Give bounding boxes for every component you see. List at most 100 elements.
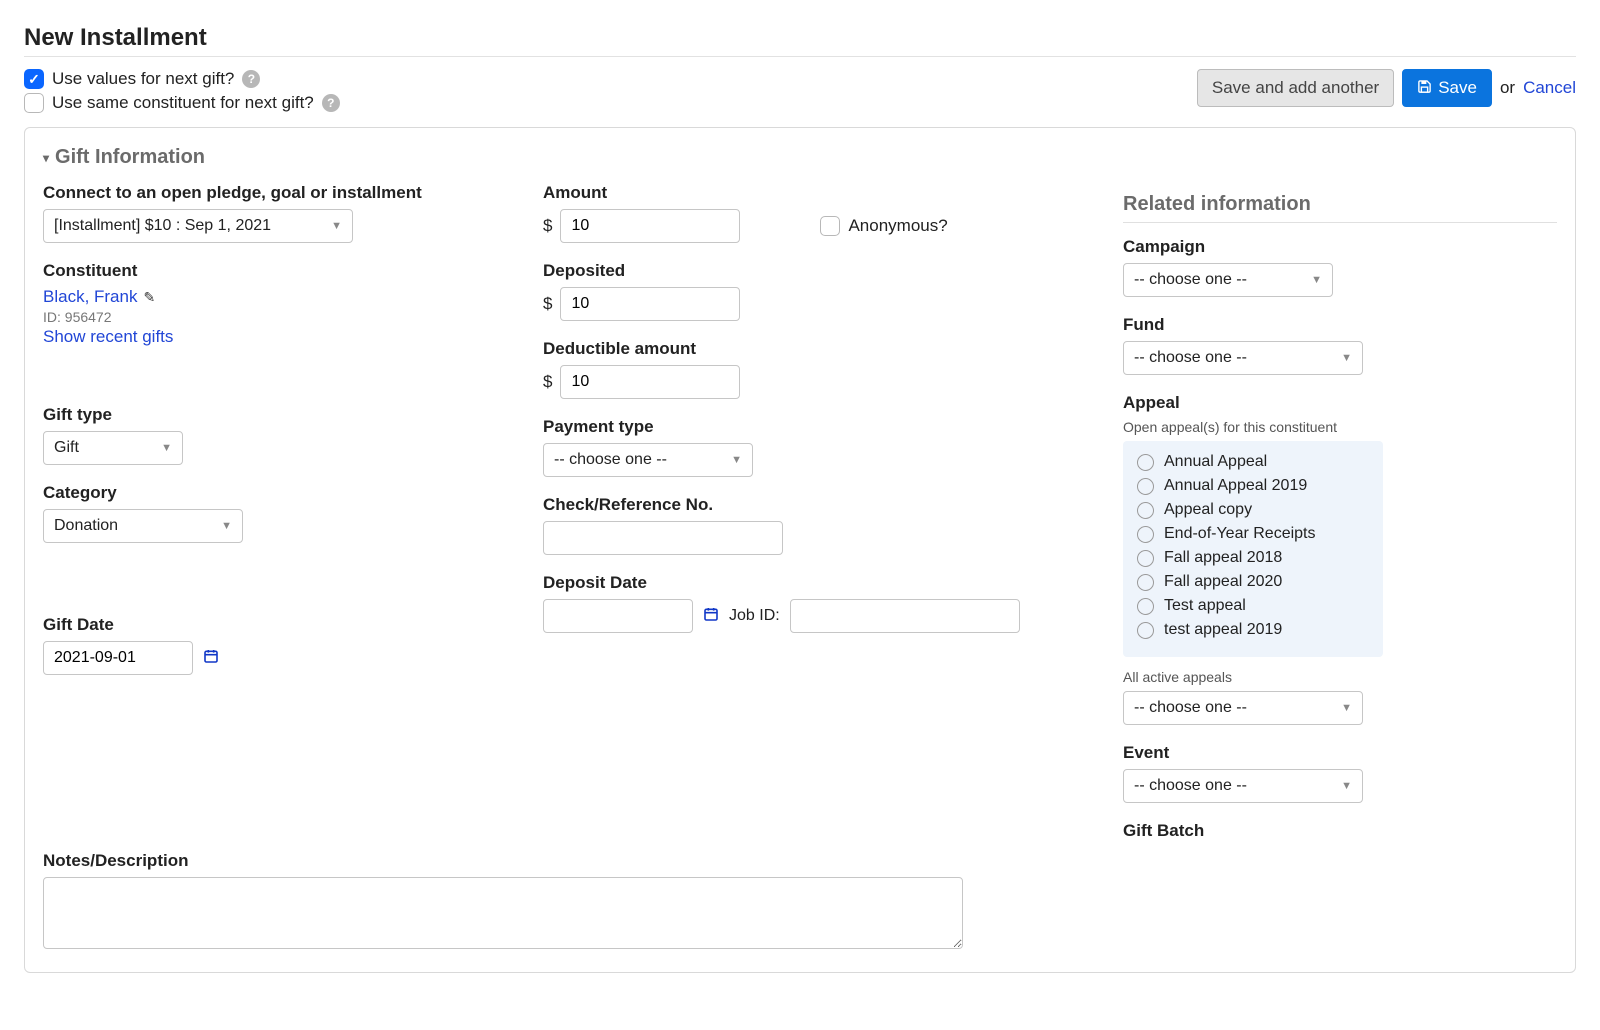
- or-text: or: [1500, 78, 1515, 98]
- help-icon[interactable]: ?: [322, 94, 340, 112]
- event-label: Event: [1123, 743, 1557, 763]
- appeal-option[interactable]: End-of-Year Receipts: [1137, 525, 1369, 543]
- event-select[interactable]: -- choose one -- ▼: [1123, 769, 1363, 803]
- use-same-constituent-label: Use same constituent for next gift?: [52, 93, 314, 113]
- notes-textarea[interactable]: [43, 877, 963, 949]
- gift-type-value: Gift: [54, 439, 79, 457]
- anonymous-checkbox[interactable]: [820, 216, 840, 236]
- appeal-option-label: Fall appeal 2018: [1164, 549, 1282, 567]
- radio-icon: [1137, 622, 1154, 639]
- show-recent-gifts-link[interactable]: Show recent gifts: [43, 327, 173, 346]
- floppy-icon: [1417, 79, 1432, 97]
- check-ref-label: Check/Reference No.: [543, 495, 1043, 515]
- event-value: -- choose one --: [1134, 777, 1247, 795]
- related-info-title: Related information: [1123, 193, 1557, 216]
- divider: [1123, 222, 1557, 223]
- chevron-down-icon: ▾: [43, 151, 49, 165]
- appeal-option[interactable]: Fall appeal 2018: [1137, 549, 1369, 567]
- appeal-option[interactable]: Annual Appeal: [1137, 453, 1369, 471]
- page-title: New Installment: [24, 24, 1576, 52]
- appeal-option-label: Appeal copy: [1164, 501, 1252, 519]
- currency-symbol: $: [543, 294, 552, 314]
- appeal-option-label: test appeal 2019: [1164, 621, 1282, 639]
- gift-info-title: Gift Information: [55, 146, 205, 169]
- deductible-label: Deductible amount: [543, 339, 1043, 359]
- all-active-appeals-select[interactable]: -- choose one -- ▼: [1123, 691, 1363, 725]
- fund-select[interactable]: -- choose one -- ▼: [1123, 341, 1363, 375]
- use-values-next-checkbox[interactable]: ✓: [24, 69, 44, 89]
- job-id-input[interactable]: [790, 599, 1020, 633]
- appeal-option-label: Annual Appeal: [1164, 453, 1267, 471]
- caret-down-icon: ▼: [331, 220, 342, 232]
- deductible-input[interactable]: [560, 365, 740, 399]
- appeal-option[interactable]: Fall appeal 2020: [1137, 573, 1369, 591]
- check-ref-input[interactable]: [543, 521, 783, 555]
- anonymous-label: Anonymous?: [848, 216, 947, 236]
- campaign-value: -- choose one --: [1134, 271, 1247, 289]
- category-value: Donation: [54, 517, 118, 535]
- caret-down-icon: ▼: [161, 442, 172, 454]
- fund-value: -- choose one --: [1134, 349, 1247, 367]
- all-active-appeals-value: -- choose one --: [1134, 699, 1247, 717]
- currency-symbol: $: [543, 372, 552, 392]
- caret-down-icon: ▼: [221, 520, 232, 532]
- save-button[interactable]: Save: [1402, 69, 1492, 107]
- appeal-option[interactable]: Annual Appeal 2019: [1137, 477, 1369, 495]
- appeal-option-label: Fall appeal 2020: [1164, 573, 1282, 591]
- deposited-input[interactable]: [560, 287, 740, 321]
- open-appeals-subtext: Open appeal(s) for this constituent: [1123, 419, 1557, 435]
- gift-batch-label: Gift Batch: [1123, 821, 1557, 841]
- caret-down-icon: ▼: [1341, 780, 1352, 792]
- connect-pledge-label: Connect to an open pledge, goal or insta…: [43, 183, 503, 203]
- appeal-option[interactable]: Appeal copy: [1137, 501, 1369, 519]
- deposit-date-input[interactable]: [543, 599, 693, 633]
- appeal-label: Appeal: [1123, 393, 1557, 413]
- radio-icon: [1137, 598, 1154, 615]
- caret-down-icon: ▼: [731, 454, 742, 466]
- calendar-icon[interactable]: [703, 606, 719, 627]
- campaign-select[interactable]: -- choose one -- ▼: [1123, 263, 1333, 297]
- calendar-icon[interactable]: [203, 648, 219, 669]
- gift-type-select[interactable]: Gift ▼: [43, 431, 183, 465]
- constituent-label: Constituent: [43, 261, 503, 281]
- caret-down-icon: ▼: [1341, 352, 1352, 364]
- caret-down-icon: ▼: [1341, 702, 1352, 714]
- job-id-label: Job ID:: [729, 607, 780, 625]
- appeal-option[interactable]: Test appeal: [1137, 597, 1369, 615]
- notes-label: Notes/Description: [43, 851, 1557, 871]
- gift-type-label: Gift type: [43, 405, 503, 425]
- amount-input[interactable]: [560, 209, 740, 243]
- connect-pledge-select[interactable]: [Installment] $10 : Sep 1, 2021 ▼: [43, 209, 353, 243]
- gift-date-input[interactable]: [43, 641, 193, 675]
- caret-down-icon: ▼: [1311, 274, 1322, 286]
- appeal-option-label: Annual Appeal 2019: [1164, 477, 1307, 495]
- fund-label: Fund: [1123, 315, 1557, 335]
- gift-info-card: ▾ Gift Information Connect to an open pl…: [24, 127, 1576, 973]
- constituent-id: ID: 956472: [43, 309, 503, 325]
- save-add-another-button[interactable]: Save and add another: [1197, 69, 1394, 107]
- appeal-option-label: End-of-Year Receipts: [1164, 525, 1316, 543]
- use-same-constituent-checkbox[interactable]: [24, 93, 44, 113]
- title-divider: [24, 56, 1576, 57]
- connect-pledge-value: [Installment] $10 : Sep 1, 2021: [54, 217, 271, 235]
- cancel-link[interactable]: Cancel: [1523, 78, 1576, 98]
- save-button-label: Save: [1438, 78, 1477, 98]
- constituent-link[interactable]: Black, Frank: [43, 287, 137, 307]
- gift-info-toggle[interactable]: ▾ Gift Information: [43, 146, 1557, 169]
- currency-symbol: $: [543, 216, 552, 236]
- radio-icon: [1137, 550, 1154, 567]
- payment-type-select[interactable]: -- choose one -- ▼: [543, 443, 753, 477]
- radio-icon: [1137, 478, 1154, 495]
- category-select[interactable]: Donation ▼: [43, 509, 243, 543]
- category-label: Category: [43, 483, 503, 503]
- help-icon[interactable]: ?: [242, 70, 260, 88]
- appeal-option[interactable]: test appeal 2019: [1137, 621, 1369, 639]
- radio-icon: [1137, 502, 1154, 519]
- pencil-icon[interactable]: ✎: [143, 289, 155, 306]
- deposit-date-label: Deposit Date: [543, 573, 1043, 593]
- deposited-label: Deposited: [543, 261, 1043, 281]
- payment-type-label: Payment type: [543, 417, 1043, 437]
- campaign-label: Campaign: [1123, 237, 1557, 257]
- all-active-appeals-subtext: All active appeals: [1123, 669, 1557, 685]
- radio-icon: [1137, 574, 1154, 591]
